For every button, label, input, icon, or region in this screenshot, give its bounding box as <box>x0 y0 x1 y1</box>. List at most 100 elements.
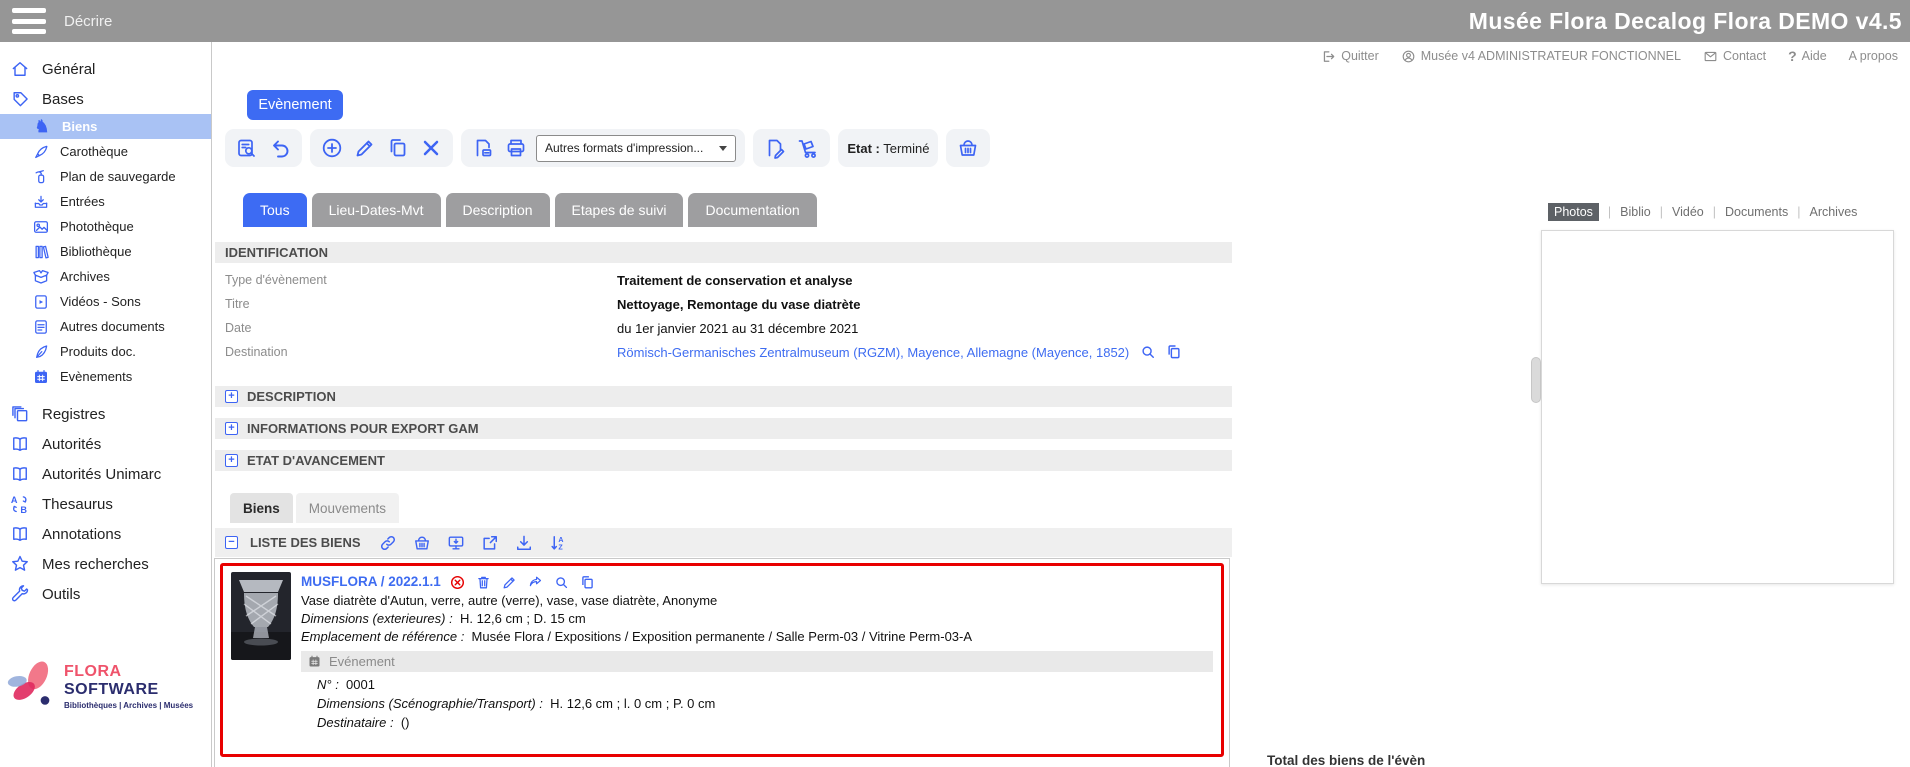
print-document-button[interactable] <box>470 135 496 161</box>
sidebar-item-label: Autorités Unimarc <box>42 466 161 483</box>
expand-icon[interactable]: + <box>225 454 238 467</box>
contact-link[interactable]: Contact <box>1703 49 1766 64</box>
hamburger-menu-icon[interactable] <box>12 8 46 34</box>
home-icon <box>10 59 30 79</box>
basket-icon[interactable] <box>411 532 433 554</box>
printer-button[interactable] <box>503 135 529 161</box>
sidebar-item-plan-de-sauvegarde[interactable]: Plan de sauvegarde <box>0 164 211 189</box>
print-format-select[interactable]: Autres formats d'impression... <box>536 135 736 162</box>
share-arrow-icon[interactable] <box>527 573 545 591</box>
bien-id-link[interactable]: MUSFLORA / 2022.1.1 <box>301 573 441 591</box>
record-tabs: Tous Lieu-Dates-Mvt Description Etapes d… <box>243 193 817 227</box>
tab-documentation[interactable]: Documentation <box>688 193 816 227</box>
sidebar-item-label: Bibliothèque <box>60 244 132 259</box>
record-type-tab-evenement[interactable]: Evènement <box>247 90 343 120</box>
copy-icon[interactable] <box>579 573 597 591</box>
wrench-icon <box>10 584 30 604</box>
trash-icon[interactable] <box>475 573 493 591</box>
bien-thumbnail[interactable] <box>231 572 291 660</box>
sidebar-item-annotations[interactable]: Annotations <box>0 519 211 549</box>
tab-etapes-de-suivi[interactable]: Etapes de suivi <box>555 193 684 227</box>
search-icon[interactable] <box>1139 343 1157 361</box>
duplicate-button[interactable] <box>385 135 411 161</box>
sidebar-item-autorites[interactable]: Autorités <box>0 429 211 459</box>
sidebar-item-entrees[interactable]: Entrées <box>0 189 211 214</box>
sidebar-item-bases[interactable]: Bases <box>0 84 211 114</box>
toolbar: Autres formats d'impression... Etat : Te… <box>225 129 990 167</box>
open-box-icon <box>32 268 50 286</box>
sidebar-item-phototheque[interactable]: Photothèque <box>0 214 211 239</box>
apropos-link[interactable]: A propos <box>1849 49 1898 63</box>
section-export-gam[interactable]: + INFORMATIONS POUR EXPORT GAM <box>215 418 1232 439</box>
basket-button[interactable] <box>955 135 981 161</box>
toolbar-group-search <box>225 129 302 167</box>
sidebar-item-videos-sons[interactable]: Vidéos - Sons <box>0 289 211 314</box>
sort-az-icon[interactable]: AZ <box>547 532 569 554</box>
section-title: IDENTIFICATION <box>225 245 328 260</box>
tab-lieu-dates-mvt[interactable]: Lieu-Dates-Mvt <box>312 193 441 227</box>
calendar-icon <box>32 368 50 386</box>
edit-pencil-icon[interactable] <box>501 573 519 591</box>
sidebar-item-biens[interactable]: ♞ Biens <box>0 114 211 139</box>
quill-icon <box>32 343 50 361</box>
media-panel-card <box>1541 230 1894 584</box>
destination-link[interactable]: Römisch-Germanisches Zentralmuseum (RGZM… <box>617 345 1129 360</box>
user-account[interactable]: Musée v4 ADMINISTRATEUR FONCTIONNEL <box>1401 49 1681 64</box>
extinguisher-icon <box>32 168 50 186</box>
knight-icon: ♞ <box>32 118 52 135</box>
expand-icon[interactable]: + <box>225 390 238 403</box>
sidebar-item-evenements[interactable]: Evènements <box>0 364 211 389</box>
main-content: Evènement Autres formats d'impression... <box>213 42 1250 767</box>
subtab-biens[interactable]: Biens <box>230 493 293 523</box>
document-attach-button[interactable] <box>762 135 788 161</box>
media-tab-biblio[interactable]: Biblio <box>1620 205 1651 219</box>
etat-value: Terminé <box>883 141 929 156</box>
delete-button[interactable] <box>418 135 444 161</box>
logo-brand: FLORA <box>64 663 121 680</box>
remove-circle-icon[interactable] <box>449 573 467 591</box>
media-tab-documents[interactable]: Documents <box>1725 205 1788 219</box>
toolbar-group-basket <box>946 129 990 167</box>
section-description[interactable]: + DESCRIPTION <box>215 386 1232 407</box>
butterfly-logo-icon <box>6 658 58 715</box>
tab-description[interactable]: Description <box>446 193 550 227</box>
sidebar-item-autorites-unimarc[interactable]: Autorités Unimarc <box>0 459 211 489</box>
media-tab-photos[interactable]: Photos <box>1548 203 1599 221</box>
export-screen-icon[interactable] <box>445 532 467 554</box>
quitter-link[interactable]: Quitter <box>1321 49 1379 64</box>
sidebar-item-archives[interactable]: Archives <box>0 264 211 289</box>
sidebar-item-label: Archives <box>60 269 110 284</box>
sidebar-item-thesaurus[interactable]: AB Thesaurus <box>0 489 211 519</box>
link-icon[interactable] <box>377 532 399 554</box>
sidebar-item-autres-documents[interactable]: Autres documents <box>0 314 211 339</box>
sidebar-item-mes-recherches[interactable]: Mes recherches <box>0 549 211 579</box>
sidebar-item-bibliotheque[interactable]: Bibliothèque <box>0 239 211 264</box>
media-tab-video[interactable]: Vidéo <box>1672 205 1704 219</box>
copy-icon[interactable] <box>1165 343 1183 361</box>
tab-tous[interactable]: Tous <box>243 193 307 227</box>
external-link-icon[interactable] <box>479 532 501 554</box>
add-button[interactable] <box>319 135 345 161</box>
trolley-button[interactable] <box>795 135 821 161</box>
aide-link[interactable]: ? Aide <box>1788 48 1827 64</box>
collapse-icon[interactable]: − <box>225 536 238 549</box>
undo-button[interactable] <box>267 135 293 161</box>
search-icon[interactable] <box>553 573 571 591</box>
sidebar-item-produits-doc[interactable]: Produits doc. <box>0 339 211 364</box>
media-tab-archives[interactable]: Archives <box>1809 205 1857 219</box>
subtab-mouvements[interactable]: Mouvements <box>296 493 399 523</box>
sidebar-item-carotheque[interactable]: Carothèque <box>0 139 211 164</box>
sidebar-item-outils[interactable]: Outils <box>0 579 211 609</box>
download-icon[interactable] <box>513 532 535 554</box>
sidebar-item-label: Registres <box>42 406 105 423</box>
field-row-date: Date du 1er janvier 2021 au 31 décembre … <box>225 318 858 338</box>
toolbar-group-edit <box>310 129 453 167</box>
edit-button[interactable] <box>352 135 378 161</box>
sidebar-item-general[interactable]: Général <box>0 54 211 84</box>
top-bar: Décrire Musée Flora Decalog Flora DEMO v… <box>0 0 1910 42</box>
section-etat-avancement[interactable]: + ETAT D'AVANCEMENT <box>215 450 1232 471</box>
sidebar-item-registres[interactable]: Registres <box>0 399 211 429</box>
list-search-button[interactable] <box>234 135 260 161</box>
expand-icon[interactable]: + <box>225 422 238 435</box>
panel-collapse-handle[interactable] <box>1531 357 1541 403</box>
